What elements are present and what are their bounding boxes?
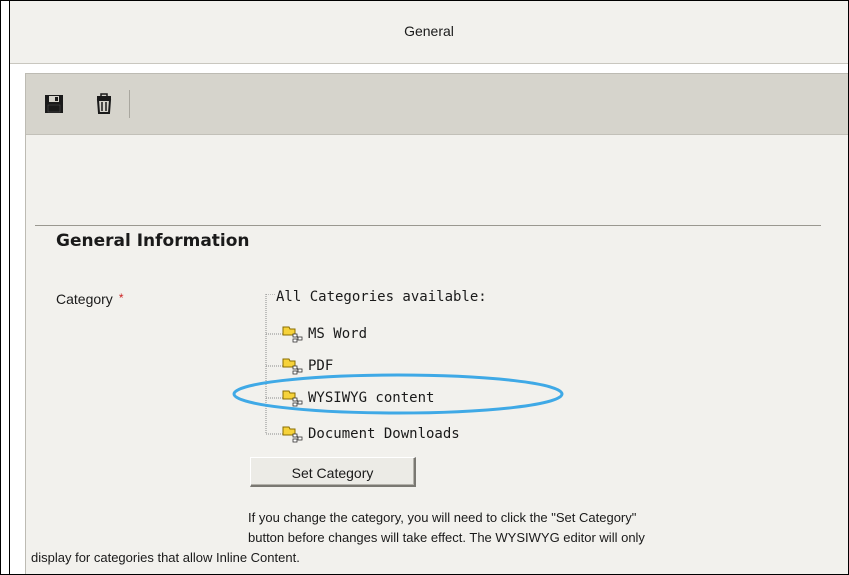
tree-item-label: MS Word [308, 326, 368, 342]
category-folder-icon [282, 326, 303, 343]
category-folder-icon [282, 358, 303, 375]
help-text: If you change the category, you will nee… [248, 508, 808, 548]
frame-left-border [9, 1, 10, 574]
content-panel: General Information Category * All Catego… [25, 73, 848, 574]
toolbar-separator [129, 90, 130, 118]
help-text-line-1: If you change the category, you will nee… [248, 510, 637, 525]
category-label-text: Category [56, 291, 113, 307]
set-category-button[interactable]: Set Category [250, 457, 416, 487]
tree-item-pdf[interactable]: PDF [282, 354, 333, 378]
category-folder-icon [282, 390, 303, 407]
help-text-line-2: button before changes will take effect. … [248, 530, 645, 545]
delete-button[interactable] [93, 93, 115, 115]
tree-root-label: All Categories available: [276, 289, 487, 305]
section-divider [35, 225, 821, 226]
category-label: Category * [56, 291, 123, 307]
tree-item-ms-word[interactable]: MS Word [282, 322, 367, 346]
help-text-line-3: display for categories that allow Inline… [31, 550, 300, 565]
title-bar: General [10, 1, 848, 64]
category-folder-icon [282, 426, 303, 443]
toolbar [26, 74, 848, 135]
save-button[interactable] [43, 93, 65, 115]
section-heading: General Information [56, 231, 250, 251]
floppy-disk-icon [45, 95, 63, 113]
tree-item-label: PDF [308, 358, 334, 374]
tree-item-label: WYSIWYG content [308, 390, 435, 406]
required-marker: * [118, 291, 124, 305]
tree-item-document-downloads[interactable]: Document Downloads [282, 422, 460, 446]
tree-item-wysiwyg-content[interactable]: WYSIWYG content [282, 386, 434, 410]
window-title: General [404, 23, 454, 39]
trash-can-icon [96, 93, 112, 114]
tree-item-label: Document Downloads [308, 426, 460, 442]
main-window: General General Information Category * A… [0, 0, 849, 575]
